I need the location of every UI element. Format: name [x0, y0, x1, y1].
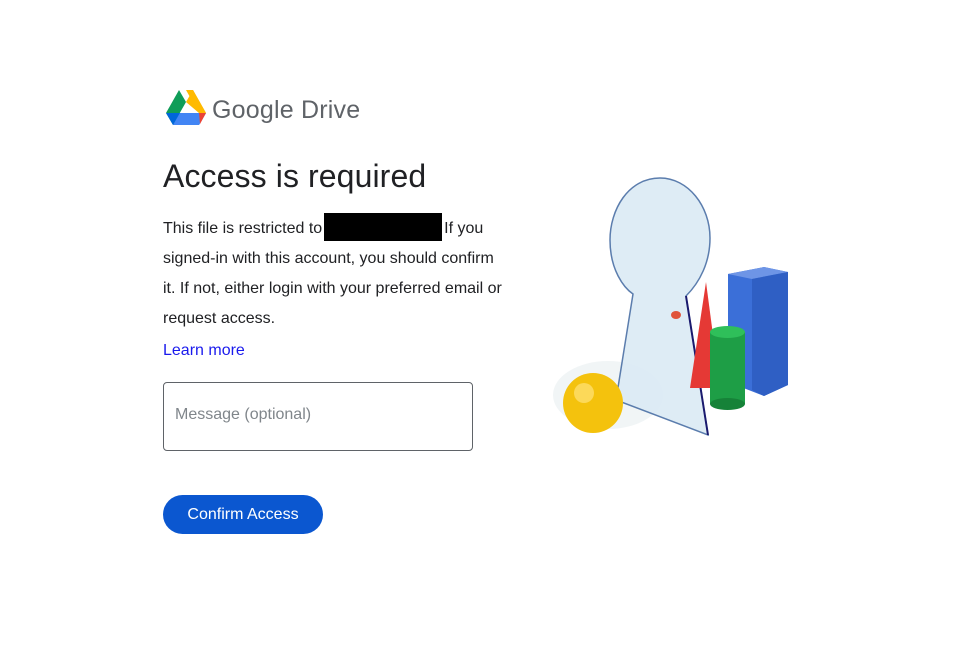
- drive-wordmark: Drive: [300, 96, 361, 124]
- confirm-access-button[interactable]: Confirm Access: [163, 495, 323, 534]
- access-required-page: Google Drive Access is required This fil…: [0, 0, 960, 665]
- page-title: Access is required: [163, 158, 427, 194]
- google-wordmark: Google: [212, 96, 294, 124]
- description-text-before: This file is restricted to: [163, 220, 323, 237]
- google-drive-logo: Google Drive: [166, 90, 360, 131]
- keyhole-mirror-shapes-illustration: [548, 170, 798, 450]
- google-drive-logo-icon: [166, 90, 206, 131]
- restriction-description: This file is restricted to If you signed-…: [163, 212, 503, 334]
- learn-more-link[interactable]: Learn more: [163, 342, 245, 360]
- google-drive-wordmark: Google Drive: [212, 96, 360, 125]
- message-input[interactable]: [173, 405, 467, 425]
- message-field[interactable]: [163, 382, 473, 451]
- redacted-account: [324, 212, 443, 241]
